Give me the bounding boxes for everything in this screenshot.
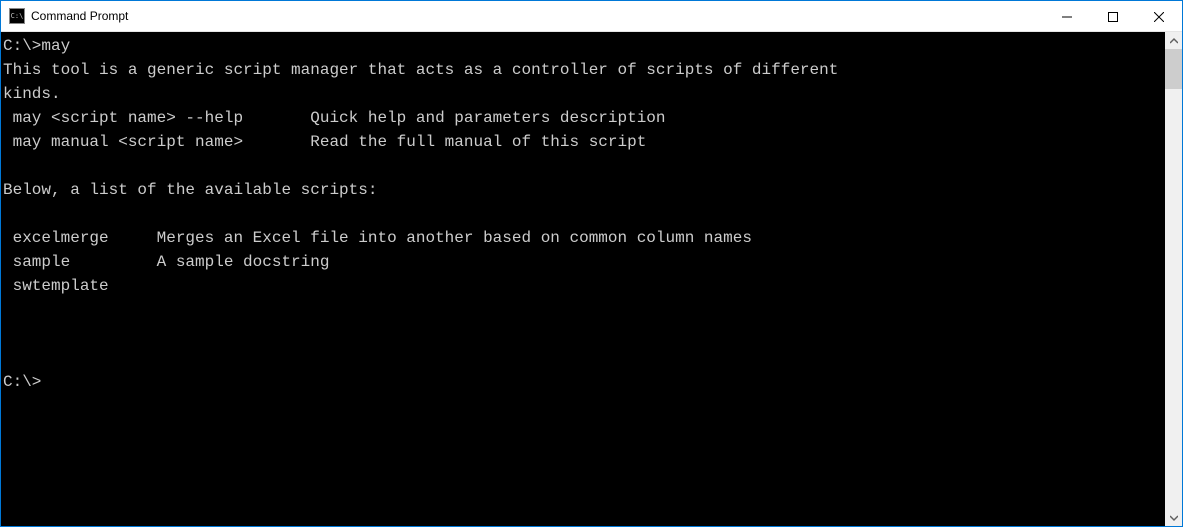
terminal-output[interactable]: C:\>may This tool is a generic script ma… [1, 32, 1165, 526]
vertical-scrollbar[interactable] [1165, 32, 1182, 526]
titlebar: C:\ Command Prompt [1, 1, 1182, 32]
maximize-button[interactable] [1090, 1, 1136, 32]
output-line: Below, a list of the available scripts: [3, 181, 377, 199]
command-input: may [41, 37, 70, 55]
chevron-down-icon [1170, 514, 1178, 522]
window-title: Command Prompt [31, 9, 1044, 23]
chevron-up-icon [1170, 37, 1178, 45]
scroll-track[interactable] [1165, 49, 1182, 509]
output-line: may manual <script name> Read the full m… [3, 133, 646, 151]
prompt: C:\> [3, 37, 41, 55]
scroll-down-button[interactable] [1165, 509, 1182, 526]
cmd-icon: C:\ [9, 8, 25, 24]
close-button[interactable] [1136, 1, 1182, 32]
window-controls [1044, 1, 1182, 31]
minimize-icon [1062, 12, 1072, 22]
output-line: This tool is a generic script manager th… [3, 61, 838, 79]
output-line: kinds. [3, 85, 61, 103]
close-icon [1154, 12, 1164, 22]
prompt: C:\> [3, 373, 41, 391]
scroll-thumb[interactable] [1165, 49, 1182, 89]
output-line: may <script name> --help Quick help and … [3, 109, 666, 127]
maximize-icon [1108, 12, 1118, 22]
output-line: excelmerge Merges an Excel file into ano… [3, 229, 752, 247]
output-line: sample A sample docstring [3, 253, 329, 271]
output-line: swtemplate [3, 277, 109, 295]
minimize-button[interactable] [1044, 1, 1090, 32]
terminal-container: C:\>may This tool is a generic script ma… [1, 32, 1182, 526]
scroll-up-button[interactable] [1165, 32, 1182, 49]
